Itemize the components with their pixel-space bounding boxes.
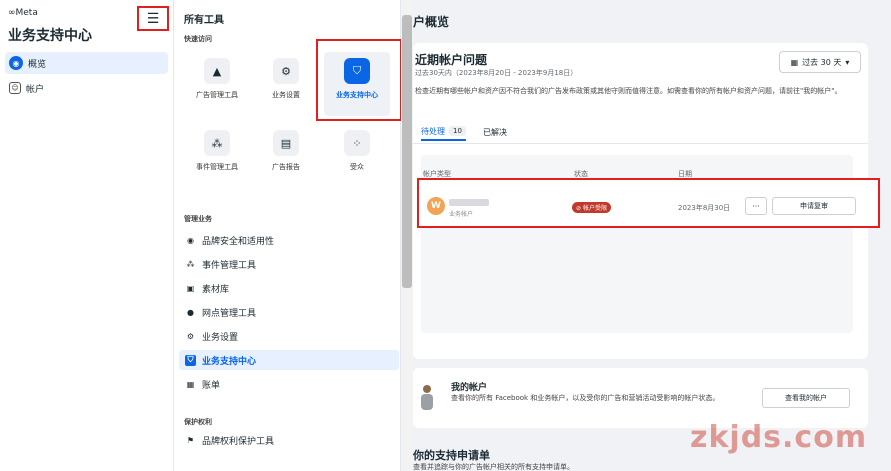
caret-down-icon: ▾ [845, 57, 850, 67]
request-review-button[interactable]: 申请复审 [772, 197, 856, 215]
my-account-title: 我的帐户 [451, 383, 488, 393]
row-date: 2023年8月30日 [678, 204, 731, 212]
more-options-button[interactable]: ··· [745, 197, 767, 215]
watermark: zkjds.com [690, 420, 868, 455]
tool-label: 业务设置 [202, 332, 239, 343]
tile-label: 业务设置 [272, 91, 300, 99]
tool-label: 事件管理工具 [202, 260, 257, 271]
issues-subtitle: 过去30天内（2023年8月20日 - 2023年9月18日） [415, 69, 578, 77]
tile-label: 受众 [350, 163, 364, 171]
ads-manager-icon: ▲ [204, 58, 230, 84]
date-range-dropdown[interactable]: ▦ 过去 30 天 ▾ [779, 51, 861, 73]
tile-ads-manager[interactable]: ▲ 广告管理工具 [184, 52, 250, 116]
tile-ads-report[interactable]: ▤ 广告报告 [253, 124, 319, 188]
scrollbar-thumb[interactable] [402, 15, 412, 288]
highlight-box-support-tile [316, 39, 402, 121]
calendar-icon: ▦ [790, 57, 799, 67]
tool-label: 品牌权利保护工具 [202, 436, 275, 447]
date-range-label: 过去 30 天 [802, 57, 842, 67]
gear-icon: ⚙ [186, 331, 195, 341]
account-icon: ☺ [9, 82, 21, 94]
tool-brand-rights[interactable]: ⚑ 品牌权利保护工具 [179, 430, 399, 450]
status-badge: ⊘ 帐户受限 [572, 202, 611, 213]
main-content: 户概览 近期帐户问题 过去30天内（2023年8月20日 - 2023年9月18… [413, 0, 891, 471]
issues-title: 近期帐户问题 [415, 53, 488, 67]
issues-description: 检查近期有哪些帐户和资产因不符合我们的广告发布政策或其他守则而值得注意。如需查看… [415, 87, 842, 95]
tab-divider [413, 143, 868, 144]
tool-label: 账单 [202, 380, 221, 391]
left-nav: ∞Meta 业务支持中心 ☰ ◉ 概览 ☺ 帐户 [0, 0, 174, 471]
app-title: 业务支持中心 [8, 28, 92, 44]
location-icon: ● [187, 307, 194, 317]
tab-resolved[interactable]: 已解决 [483, 123, 507, 141]
tool-billing[interactable]: ▦ 账单 [179, 374, 399, 394]
tool-label: 网点管理工具 [202, 308, 257, 319]
globe-icon: ◉ [9, 56, 23, 70]
tool-location-manager[interactable]: ● 网点管理工具 [179, 302, 399, 322]
flag-icon: ⚑ [186, 435, 195, 445]
tile-label: 事件管理工具 [196, 163, 238, 171]
events-manager-icon: ⁂ [186, 259, 195, 269]
tool-label: 品牌安全和适用性 [202, 236, 275, 247]
tab-pending[interactable]: 待处理 10 [421, 123, 466, 141]
tool-business-settings[interactable]: ⚙ 业务设置 [179, 326, 399, 346]
my-account-description: 查看你的所有 Facebook 和业务帐户，以及受你的广告和营销活动受影响的帐户… [451, 394, 720, 402]
tile-events-manager[interactable]: ⁂ 事件管理工具 [184, 124, 250, 188]
ads-report-icon: ▤ [273, 130, 299, 156]
table-row: W 业务帐户 ⊘ 帐户受限 2023年8月30日 ··· 申请复审 [417, 178, 880, 228]
billing-icon: ▦ [186, 379, 195, 389]
nav-item-accounts[interactable]: ☺ 帐户 [5, 77, 168, 99]
tool-business-support[interactable]: ⛉ 业务支持中心 [179, 350, 399, 370]
support-requests-description: 查看并追踪与你的广告帐户相关的所有支持申请单。 [413, 463, 574, 471]
my-account-card: 我的帐户 查看你的所有 Facebook 和业务帐户，以及受你的广告和营销活动受… [413, 368, 868, 428]
tile-audience[interactable]: ⁘ 受众 [324, 124, 390, 188]
events-manager-icon: ⁂ [204, 130, 230, 156]
tool-media-library[interactable]: ▣ 素材库 [179, 278, 399, 298]
quick-access-label: 快速访问 [184, 35, 212, 43]
tool-label: 业务支持中心 [202, 356, 257, 367]
tile-business-settings[interactable]: ⚙ 业务设置 [253, 52, 319, 116]
view-my-account-button[interactable]: 查看我的帐户 [762, 388, 850, 408]
media-library-icon: ▣ [186, 283, 195, 293]
tile-label: 广告管理工具 [196, 91, 238, 99]
tab-label: 待处理 [421, 126, 445, 136]
nav-item-label: 帐户 [26, 84, 45, 95]
meta-logo: ∞Meta [8, 8, 38, 18]
tab-count: 10 [449, 126, 466, 136]
account-name-blurred [449, 199, 489, 206]
support-requests-title: 你的支持申请单 [413, 449, 490, 462]
audience-icon: ⁘ [344, 130, 370, 156]
avatar: W [427, 197, 445, 215]
protect-rights-label: 保护权利 [184, 418, 212, 426]
tool-events-manager[interactable]: ⁂ 事件管理工具 [179, 254, 399, 274]
nav-item-overview[interactable]: ◉ 概览 [5, 52, 168, 74]
tile-label: 广告报告 [272, 163, 300, 171]
tab-label: 已解决 [483, 127, 507, 137]
account-type: 业务帐户 [449, 211, 474, 218]
tool-label: 素材库 [202, 284, 230, 295]
support-center-icon: ⛉ [185, 354, 196, 366]
page-title: 户概览 [413, 15, 450, 29]
hamburger-icon[interactable]: ☰ [137, 6, 169, 31]
manage-business-label: 管理业务 [184, 215, 212, 223]
shield-icon: ◉ [187, 235, 194, 245]
gear-icon: ⚙ [273, 58, 299, 84]
person-illustration-icon [421, 385, 433, 410]
tool-brand-safety[interactable]: ◉ 品牌安全和适用性 [179, 230, 399, 250]
tools-title: 所有工具 [184, 15, 224, 26]
status-label: 帐户受限 [582, 205, 607, 212]
nav-item-label: 概览 [28, 59, 47, 70]
